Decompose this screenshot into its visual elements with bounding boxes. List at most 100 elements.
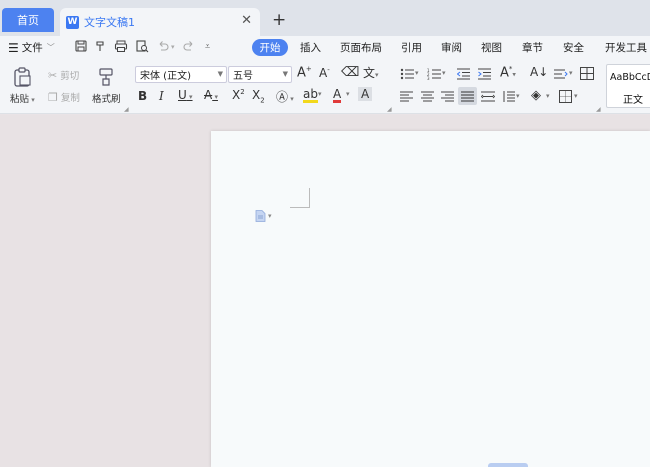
chevron-down-icon[interactable]: ▾ bbox=[415, 69, 419, 77]
copy-icon: ❐ bbox=[48, 90, 58, 104]
chevron-down-icon[interactable]: ▾ bbox=[574, 92, 578, 100]
shading-icon[interactable]: ◈ bbox=[531, 88, 541, 103]
superscript-button[interactable]: X2 bbox=[232, 88, 245, 102]
svg-text:3: 3 bbox=[427, 76, 430, 80]
page-scroll-indicator[interactable] bbox=[488, 463, 528, 467]
highlight-button[interactable]: ab bbox=[303, 88, 318, 103]
justify-button[interactable] bbox=[458, 87, 477, 105]
tab-home[interactable]: 首页 bbox=[2, 8, 54, 32]
phonetic-guide-icon[interactable]: 文▾ bbox=[363, 64, 379, 81]
align-right-icon[interactable] bbox=[441, 91, 454, 102]
font-family-select[interactable]: 宋体 (正文) ▼ bbox=[135, 66, 227, 83]
copy-label: 复制 bbox=[60, 93, 80, 104]
print-preview-icon[interactable] bbox=[135, 39, 149, 53]
menu-bar: ☰ 文件 ﹀ ▾ ⩡ 开始 插入 页面布局 引用 审阅 视图 章节 安全 开发工… bbox=[0, 36, 650, 60]
sort-icon[interactable]: A↓ bbox=[530, 65, 548, 79]
menu-tab-chapter[interactable]: 章节 bbox=[522, 40, 543, 55]
chevron-down-icon[interactable]: ▾ bbox=[318, 90, 322, 98]
menu-tab-page-layout[interactable]: 页面布局 bbox=[340, 40, 382, 55]
paste-button[interactable]: 粘贴 ▾ bbox=[10, 66, 35, 105]
table-of-contents-icon[interactable] bbox=[580, 67, 594, 80]
menu-tab-references[interactable]: 引用 bbox=[401, 40, 422, 55]
chevron-down-icon[interactable]: ▾ bbox=[546, 92, 550, 100]
strikethrough-button[interactable]: A ▾ bbox=[204, 88, 218, 102]
menu-tab-insert[interactable]: 插入 bbox=[300, 40, 321, 55]
margin-corner-mark bbox=[290, 188, 310, 208]
customize-toolbar-icon[interactable]: ⩡ bbox=[205, 42, 210, 52]
tab-document-title: 文字文稿1 bbox=[84, 16, 135, 29]
paste-label: 粘贴 ▾ bbox=[10, 94, 35, 105]
chevron-down-icon: ▾ bbox=[268, 212, 272, 220]
subscript-button[interactable]: X2 bbox=[252, 88, 265, 104]
clear-format-icon[interactable]: ⌫ bbox=[341, 65, 359, 80]
bold-button[interactable]: B bbox=[138, 89, 147, 103]
menu-tab-developer[interactable]: 开发工具 bbox=[605, 40, 647, 55]
new-tab-button[interactable]: + bbox=[272, 10, 286, 30]
style-preview-text: AaBbCcD bbox=[610, 72, 650, 83]
redo-icon[interactable] bbox=[182, 39, 196, 53]
save-icon[interactable] bbox=[74, 39, 88, 53]
chevron-down-icon[interactable]: ▾ bbox=[516, 92, 520, 100]
underline-button[interactable]: U ▾ bbox=[178, 88, 193, 102]
tab-home-label: 首页 bbox=[17, 14, 39, 27]
increase-indent-icon[interactable] bbox=[478, 68, 491, 80]
tab-document[interactable]: W 文字文稿1 ✕ bbox=[60, 8, 260, 36]
tab-bar: 首页 W 文字文稿1 ✕ + bbox=[0, 0, 650, 36]
distributed-align-icon[interactable] bbox=[481, 91, 495, 102]
borders-icon[interactable] bbox=[559, 90, 572, 103]
chevron-down-icon[interactable]: ▾ bbox=[442, 69, 446, 77]
format-painter-mini-icon[interactable] bbox=[93, 39, 107, 53]
menu-tab-view[interactable]: 视图 bbox=[481, 40, 502, 55]
align-left-icon[interactable] bbox=[400, 91, 413, 102]
scissors-icon: ✂ bbox=[48, 68, 58, 82]
bullet-list-icon[interactable] bbox=[400, 68, 414, 80]
decrease-indent-icon[interactable] bbox=[457, 68, 470, 80]
character-shading-button[interactable]: A bbox=[358, 87, 373, 101]
format-painter-icon bbox=[99, 68, 113, 86]
font-size-value: 五号 bbox=[233, 71, 253, 82]
chevron-down-icon[interactable]: ▾ bbox=[569, 69, 573, 77]
menu-tab-home[interactable]: 开始 bbox=[252, 39, 288, 56]
menu-tab-home-label: 开始 bbox=[259, 42, 281, 54]
writer-doc-icon: W bbox=[66, 15, 79, 29]
undo-dropdown-icon[interactable]: ▾ bbox=[171, 43, 175, 51]
print-icon[interactable] bbox=[114, 39, 128, 53]
format-painter-label: 格式刷 bbox=[92, 94, 121, 105]
ribbon-home: 粘贴 ▾ ✂ 剪切 ❐ 复制 格式刷 宋体 (正文) ▼ 五号 ▼ A+ A- … bbox=[0, 60, 650, 114]
grow-font-icon[interactable]: A+ bbox=[297, 65, 312, 80]
style-name-label: 正文 bbox=[623, 95, 643, 106]
text-effect-button[interactable]: Ⓐ ▾ bbox=[276, 88, 294, 105]
close-tab-icon[interactable]: ✕ bbox=[241, 13, 252, 28]
line-spacing-icon[interactable] bbox=[502, 91, 515, 102]
style-normal[interactable]: AaBbCcD 正文 bbox=[606, 64, 650, 108]
clipboard-group-launcher-icon[interactable]: ◢ bbox=[124, 106, 129, 113]
document-page[interactable]: ▾ bbox=[211, 131, 650, 467]
font-group-launcher-icon[interactable]: ◢ bbox=[387, 106, 392, 113]
document-canvas[interactable]: ▾ bbox=[0, 115, 650, 467]
cut-label: 剪切 bbox=[60, 71, 80, 82]
font-size-select[interactable]: 五号 ▼ bbox=[228, 66, 292, 83]
italic-button[interactable]: I bbox=[159, 89, 164, 103]
line-spacing-marks-icon[interactable] bbox=[554, 68, 568, 80]
menu-tab-review[interactable]: 审阅 bbox=[441, 40, 462, 55]
align-justify-icon bbox=[461, 91, 474, 102]
chevron-down-icon: ﹀ bbox=[46, 43, 55, 52]
change-case-icon[interactable]: A*▾ bbox=[500, 65, 516, 80]
numbered-list-icon[interactable]: 123 bbox=[427, 68, 441, 80]
copy-button[interactable]: ❐ 复制 bbox=[48, 90, 80, 105]
format-painter-button[interactable]: 格式刷 bbox=[92, 66, 121, 105]
font-family-value: 宋体 (正文) bbox=[140, 71, 191, 82]
file-menu-label: 文件 bbox=[21, 42, 43, 54]
paragraph-layout-button[interactable]: ▾ bbox=[255, 210, 272, 222]
chevron-down-icon[interactable]: ▾ bbox=[346, 90, 350, 98]
cut-button[interactable]: ✂ 剪切 bbox=[48, 68, 80, 83]
menu-tab-security[interactable]: 安全 bbox=[563, 40, 584, 55]
file-menu-button[interactable]: ☰ 文件 ﹀ bbox=[8, 40, 55, 55]
shrink-font-icon[interactable]: A- bbox=[319, 66, 330, 80]
clipboard-icon bbox=[14, 67, 31, 87]
align-center-icon[interactable] bbox=[421, 91, 434, 102]
paragraph-group-launcher-icon[interactable]: ◢ bbox=[596, 106, 601, 113]
font-color-button[interactable]: A bbox=[333, 88, 342, 103]
document-icon bbox=[255, 210, 266, 222]
undo-icon[interactable] bbox=[156, 39, 170, 53]
